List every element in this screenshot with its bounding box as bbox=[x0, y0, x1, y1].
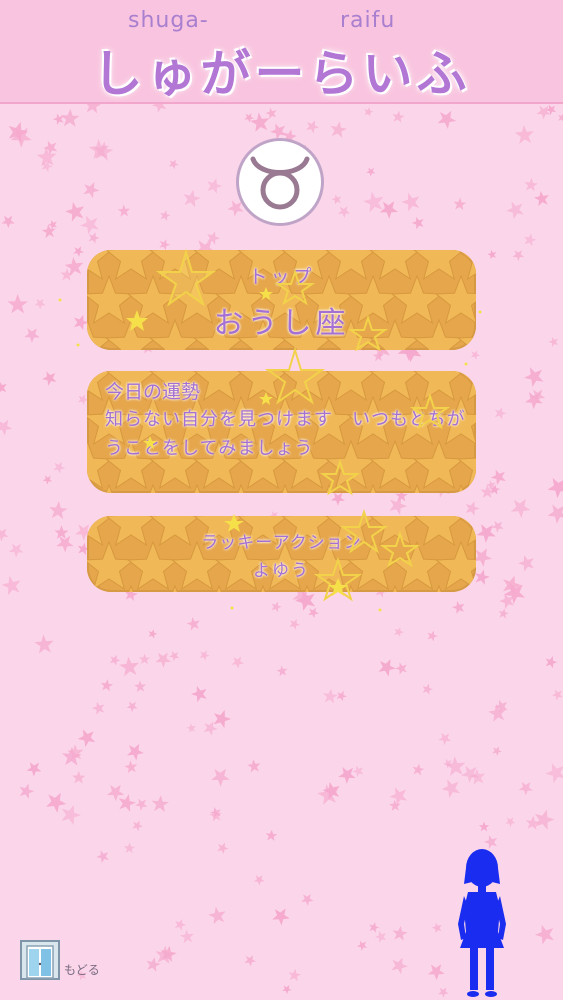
sign-name: おうし座 bbox=[213, 306, 350, 341]
zodiac-sign-badge bbox=[236, 138, 324, 226]
sign-panel: トップ おうし座 bbox=[87, 250, 476, 350]
app-title: しゅがーらいふ bbox=[92, 45, 471, 103]
fortune-panel: 今日の運勢 知らない自分を見つけます いつもとちがうことをしてみましょう bbox=[87, 371, 476, 493]
lucky-action-value: よゆう bbox=[253, 561, 310, 581]
avatar bbox=[458, 849, 506, 997]
door-icon bbox=[20, 940, 60, 980]
top-label: トップ bbox=[248, 266, 315, 288]
lucky-action-panel: ラッキーアクション よゆう bbox=[87, 516, 476, 592]
back-label: もどる bbox=[64, 963, 100, 977]
romaji-right: raifu bbox=[340, 8, 396, 33]
lucky-action-title: ラッキーアクション bbox=[201, 533, 362, 553]
romaji-left: shuga- bbox=[128, 8, 209, 33]
fortune-text: 知らない自分を見つけます いつもとちがうことをしてみましょう bbox=[105, 409, 466, 459]
fortune-title: 今日の運勢 bbox=[105, 381, 201, 403]
taurus-icon bbox=[250, 156, 310, 210]
app-header: shuga- raifu しゅがーらいふ bbox=[0, 0, 563, 104]
back-button[interactable]: もどる bbox=[20, 940, 100, 980]
